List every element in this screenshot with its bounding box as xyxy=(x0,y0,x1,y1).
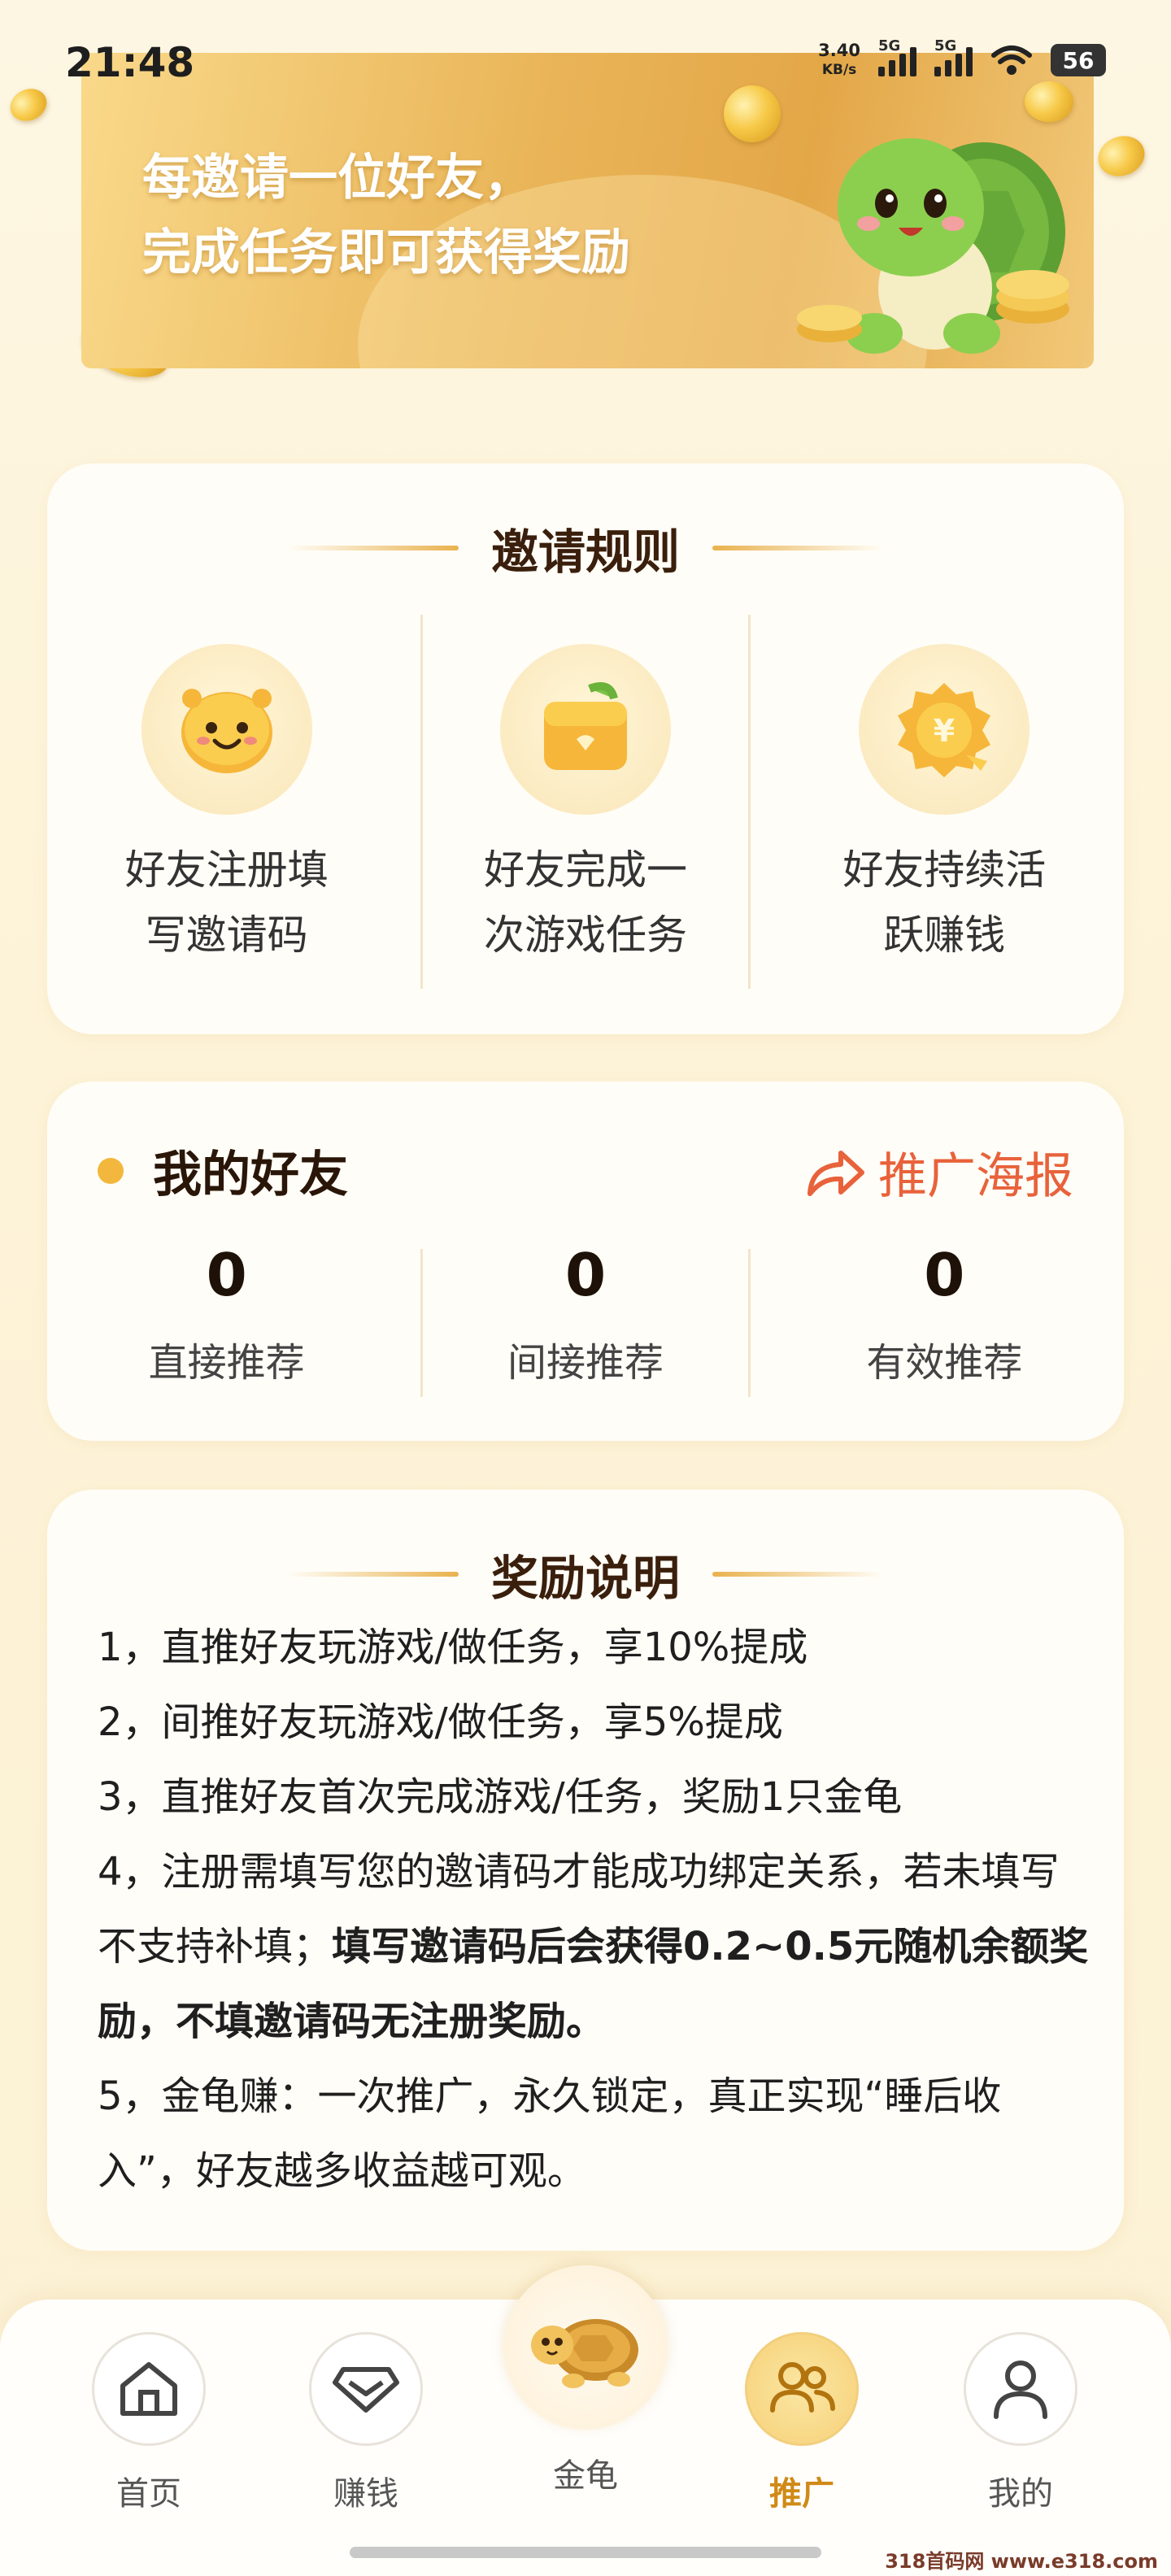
rule-text: 好友注册填 写邀请码 xyxy=(124,846,329,959)
battery-icon: 56 xyxy=(1051,44,1106,76)
stat-label: 有效推荐 xyxy=(866,1340,1023,1386)
home-icon xyxy=(120,2362,177,2416)
my-friends-card: 我的好友 推广海报 0 直接推荐 0 间接推荐 0 有效推荐 xyxy=(47,1081,1124,1441)
home-indicator[interactable] xyxy=(350,2547,821,2558)
status-indicators: 3.40 KB/s 5G 5G 56 xyxy=(818,37,1106,80)
status-bar: 21:48 3.40 KB/s 5G 5G 56 xyxy=(0,0,1171,106)
watermark: 318首码网 www.e318.com xyxy=(885,2550,1158,2573)
rule-item-register: 好友注册填 写邀请码 xyxy=(47,644,406,968)
reward-description-title: 奖励说明 xyxy=(490,1551,680,1606)
banner-headline: 每邀请一位好友， 完成任务即可获得奖励 xyxy=(142,150,630,281)
user-icon xyxy=(994,2361,1047,2419)
nav-item-home[interactable]: 首页 xyxy=(67,2300,230,2514)
nav-label-golden-turtle: 金龟 xyxy=(553,2457,618,2495)
nav-item-mine[interactable]: 我的 xyxy=(939,2300,1102,2514)
reward-item: 3，直推好友首次完成游戏/任务，奖励1只金龟 xyxy=(98,1774,903,1820)
nav-item-earn[interactable]: 赚钱 xyxy=(285,2300,447,2514)
turtle-mascot-icon xyxy=(797,138,1069,354)
reward-description-card: 奖励说明 1，直推好友玩游戏/做任务，享10%提成 2，间推好友玩游戏/做任务，… xyxy=(47,1490,1124,2251)
stat-valid-referrals[interactable]: 0 有效推荐 xyxy=(765,1241,1124,1387)
dot-icon xyxy=(98,1157,124,1184)
status-time: 21:48 xyxy=(65,39,195,86)
invite-rules-card: 邀请规则 好友注册填 写邀请码 好友完成一 次游戏任务 ¥ 好友持续活 跃赚钱 xyxy=(47,463,1124,1034)
reward-item: 5，金龟赚：一次推广，永久锁定，真正实现“睡后收入”，好友越多收益越可观。 xyxy=(98,2073,1002,2194)
rule-item-complete-task: 好友完成一 次游戏任务 xyxy=(406,644,764,968)
stat-value: 0 xyxy=(206,1241,247,1309)
reward-item: 4，注册需填写您的邀请码才能成功绑定关系，若未填写不支持补填；填写邀请码后会获得… xyxy=(98,1849,1089,2044)
nav-item-promote[interactable]: 推广 xyxy=(720,2300,883,2514)
stat-label: 间接推荐 xyxy=(507,1340,664,1386)
signal-icon: 5G xyxy=(934,37,973,76)
turtle-icon xyxy=(531,2319,638,2388)
signal-icon: 5G xyxy=(878,37,916,76)
invite-rules-title: 邀请规则 xyxy=(490,524,680,580)
stat-value: 0 xyxy=(564,1241,607,1309)
stat-indirect-referrals[interactable]: 0 间接推荐 xyxy=(406,1241,764,1387)
stat-label: 直接推荐 xyxy=(148,1340,305,1386)
reward-list: 1，直推好友玩游戏/做任务，享10%提成 2，间推好友玩游戏/做任务，享5%提成… xyxy=(98,1610,1090,2208)
rule-text: 好友完成一 次游戏任务 xyxy=(483,846,687,959)
smiley-face-icon xyxy=(181,689,272,773)
network-speed: 3.40 KB/s xyxy=(818,41,860,78)
rule-text: 好友持续活 跃赚钱 xyxy=(842,846,1047,959)
coin-icon xyxy=(1092,129,1151,183)
reward-item: 1，直推好友玩游戏/做任务，享10%提成 xyxy=(98,1625,808,1670)
stat-value: 0 xyxy=(924,1241,965,1309)
stat-direct-referrals[interactable]: 0 直接推荐 xyxy=(47,1241,406,1387)
share-arrow-icon xyxy=(808,1150,864,1196)
rule-item-active-earn: ¥ 好友持续活 跃赚钱 xyxy=(765,644,1124,968)
reward-item: 2，间推好友玩游戏/做任务，享5%提成 xyxy=(98,1699,783,1745)
svg-text:¥: ¥ xyxy=(934,713,955,749)
nav-item-golden-turtle[interactable] xyxy=(503,2265,668,2430)
bottom-nav: 首页 赚钱 金龟 推广 我的 xyxy=(0,2265,1171,2576)
yuan-badge-icon: ¥ xyxy=(898,683,991,777)
diamond-icon xyxy=(333,2367,399,2413)
wifi-icon xyxy=(991,46,1032,75)
promo-poster-button[interactable]: 推广海报 xyxy=(805,1137,1073,1208)
people-icon xyxy=(770,2362,835,2413)
wallet-icon xyxy=(543,682,627,770)
my-friends-title: 我的好友 xyxy=(153,1147,348,1203)
